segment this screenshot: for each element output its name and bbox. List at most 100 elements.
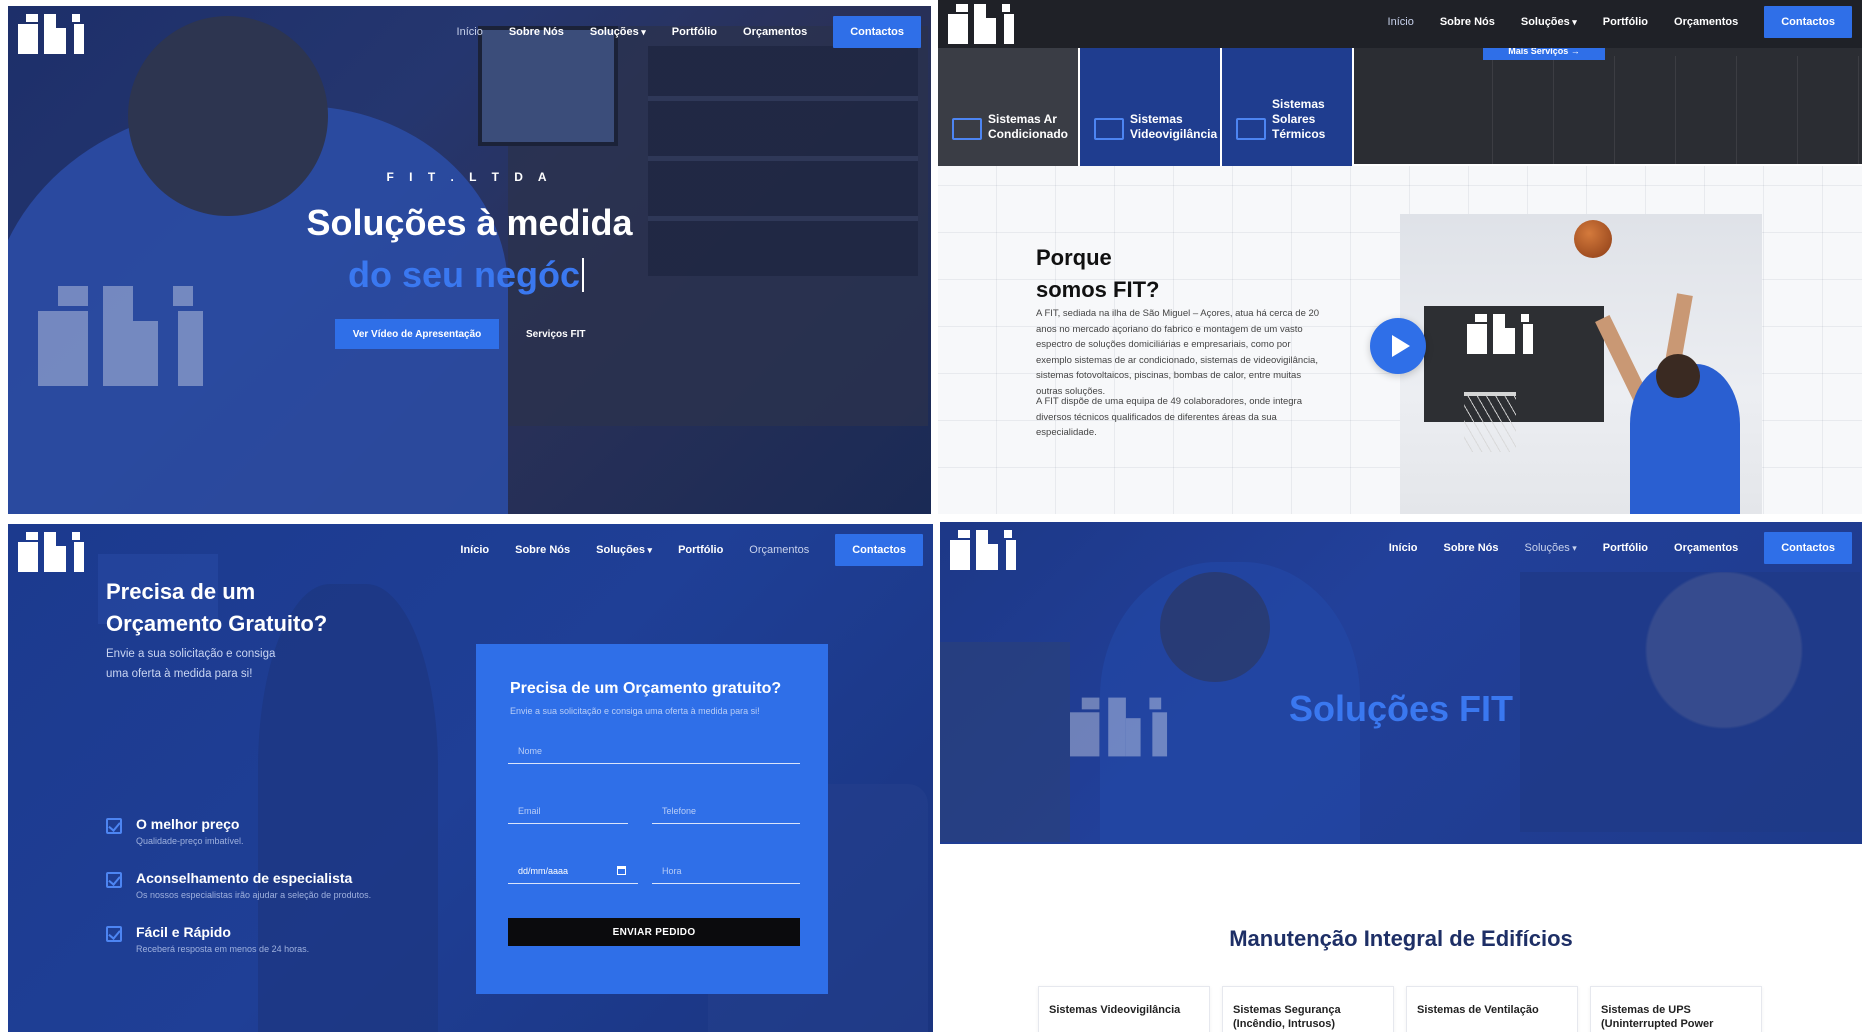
background-player-shape [258,584,438,1032]
solution-cards: Sistemas Videovigilância Sistemas Segura… [1038,986,1762,1032]
feature-desc: Receberá resposta em menos de 24 horas. [136,944,310,954]
checkbox-icon [106,818,122,834]
name-field[interactable]: Nome [508,744,800,764]
machine-graphic [940,642,1070,842]
quote-subtitle: Envie a sua solicitação e consiga uma of… [106,644,275,684]
nav-menu: Início Sobre Nós Soluções Portfólio Orça… [1388,6,1852,38]
quote-subtitle-line2: uma oferta à medida para si! [106,668,253,680]
basketball-graphic [1574,220,1612,258]
screenshot-grid: Início Sobre Nós Soluções Portfólio Orça… [0,0,1862,1032]
fit-logo[interactable] [18,532,86,572]
submit-button[interactable]: ENVIAR PEDIDO [508,918,800,946]
email-field[interactable]: Email [508,804,628,824]
video-button[interactable]: Ver Vídeo de Apresentação [335,319,499,349]
solution-card[interactable]: Sistemas Segurança (Incêndio, Intrusos) [1222,986,1394,1032]
nav-item-inicio[interactable]: Início [460,544,489,556]
nav-item-orcamentos[interactable]: Orçamentos [1674,542,1738,554]
hoop-net-graphic [1464,392,1516,452]
nav-item-orcamentos[interactable]: Orçamentos [743,26,807,38]
card-videovigilancia[interactable]: Sistemas Videovigilância [1080,48,1222,166]
hero-typed-text: do seu negóc [348,254,584,296]
ac-icon [952,118,982,140]
why-fit-title: Porque somos FIT? [1036,242,1159,306]
form-title: Precisa de um Orçamento gratuito? [510,680,782,697]
player-head-graphic [1656,354,1700,398]
quote-panel: Início Sobre Nós Soluções Portfólio Orça… [8,524,933,1032]
backboard-logo [1467,314,1533,354]
nav-item-orcamentos[interactable]: Orçamentos [1674,16,1738,28]
feature-title: Aconselhamento de especialista [136,870,353,886]
service-cards: Sistemas Ar Condicionado Sistemas Videov… [938,48,1354,166]
more-services-button[interactable]: Mais Serviços → [1483,46,1605,60]
basketball-photo [1400,214,1762,514]
date-field[interactable]: dd/mm/aaaa [508,864,638,884]
about-paragraph-1: A FIT, sediada na ilha de São Miguel – A… [1036,308,1320,397]
form-subtitle: Envie a sua solicitação e consiga uma of… [510,706,760,716]
feature-desc: Os nossos especialistas irão ajudar a se… [136,890,372,900]
navbar: Início Sobre Nós Soluções Portfólio Orça… [938,0,1862,48]
nav-item-portfolio[interactable]: Portfólio [678,544,723,556]
nav-item-sobre[interactable]: Sobre Nós [1443,542,1498,554]
fit-logo[interactable] [950,530,1018,570]
nav-menu: Início Sobre Nós Soluções Portfólio Orça… [457,16,921,48]
hour-field[interactable]: Hora [652,864,800,884]
maintenance-section-title: Manutenção Integral de Edifícios [1229,926,1573,951]
contactos-button[interactable]: Contactos [833,16,921,48]
quote-title: Precisa de um Orçamento Gratuito? [106,576,327,640]
nav-item-inicio[interactable]: Início [1388,16,1414,28]
nav-item-sobre[interactable]: Sobre Nós [1440,16,1495,28]
nav-item-inicio[interactable]: Início [457,26,483,38]
brand-label: F I T . L T D A [386,170,553,184]
nav-item-sobre[interactable]: Sobre Nós [515,544,570,556]
card-label: Sistemas Ar Condicionado [988,112,1068,141]
nav-item-portfolio[interactable]: Portfólio [1603,16,1648,28]
phone-field[interactable]: Telefone [652,804,800,824]
quote-subtitle-line1: Envie a sua solicitação e consiga [106,648,276,660]
nav-item-portfolio[interactable]: Portfólio [1603,542,1648,554]
decorative-lines [1432,56,1862,164]
navbar: Início Sobre Nós Soluções Portfólio Orça… [8,6,931,62]
nav-menu: Início Sobre Nós Soluções Portfólio Orça… [1389,532,1852,564]
calendar-icon[interactable] [617,866,626,875]
nav-item-solucoes[interactable]: Soluções [1521,16,1577,28]
solutions-panel: Soluções FIT Início Sobre Nós Soluções P… [940,522,1862,1032]
nav-menu: Início Sobre Nós Soluções Portfólio Orça… [460,534,923,566]
contactos-button[interactable]: Contactos [835,534,923,566]
hero-headline: Soluções à medida [306,202,633,243]
contactos-button[interactable]: Contactos [1764,532,1852,564]
quote-title-line2: Orçamento Gratuito? [106,611,328,636]
nav-item-portfolio[interactable]: Portfólio [672,26,717,38]
camera-icon [1094,118,1124,140]
card-label: Sistemas Solares Térmicos [1272,97,1326,141]
worker-head-graphic [1160,572,1270,682]
play-video-icon[interactable] [1370,318,1426,374]
nav-item-orcamentos[interactable]: Orçamentos [749,544,809,556]
fit-logo[interactable] [18,14,86,54]
nav-item-sobre[interactable]: Sobre Nós [509,26,564,38]
nav-item-solucoes[interactable]: Soluções [1525,542,1577,554]
navbar: Início Sobre Nós Soluções Portfólio Orça… [940,522,1862,578]
card-label: Sistemas Videovigilância [1130,112,1218,141]
nav-item-solucoes[interactable]: Soluções [590,26,646,38]
shirt-logo-graphic [38,286,203,386]
card-solares-termicos[interactable]: Sistemas Solares Térmicos [1222,48,1354,166]
nav-item-inicio[interactable]: Início [1389,542,1418,554]
solution-card[interactable]: Sistemas de UPS (Uninterrupted Power [1590,986,1762,1032]
hero-panel: Início Sobre Nós Soluções Portfólio Orça… [8,6,931,514]
contactos-button[interactable]: Contactos [1764,6,1852,38]
solar-panel-icon [1236,118,1266,140]
why-title-line2: somos FIT? [1036,277,1160,302]
fit-logo[interactable] [948,4,1016,44]
solution-card[interactable]: Sistemas Videovigilância [1038,986,1210,1032]
navbar: Início Sobre Nós Soluções Portfólio Orça… [8,524,933,580]
feature-title: Fácil e Rápido [136,924,231,940]
card-ar-condicionado[interactable]: Sistemas Ar Condicionado [938,48,1080,166]
solutions-title: Soluções FIT [1288,688,1514,729]
quote-form: Precisa de um Orçamento gratuito? Envie … [476,644,828,994]
quote-title-line1: Precisa de um [106,579,256,604]
checkbox-icon [106,926,122,942]
services-link[interactable]: Serviços FIT [526,319,585,349]
solution-card[interactable]: Sistemas de Ventilação [1406,986,1578,1032]
why-title-line1: Porque [1036,245,1112,270]
nav-item-solucoes[interactable]: Soluções [596,544,652,556]
